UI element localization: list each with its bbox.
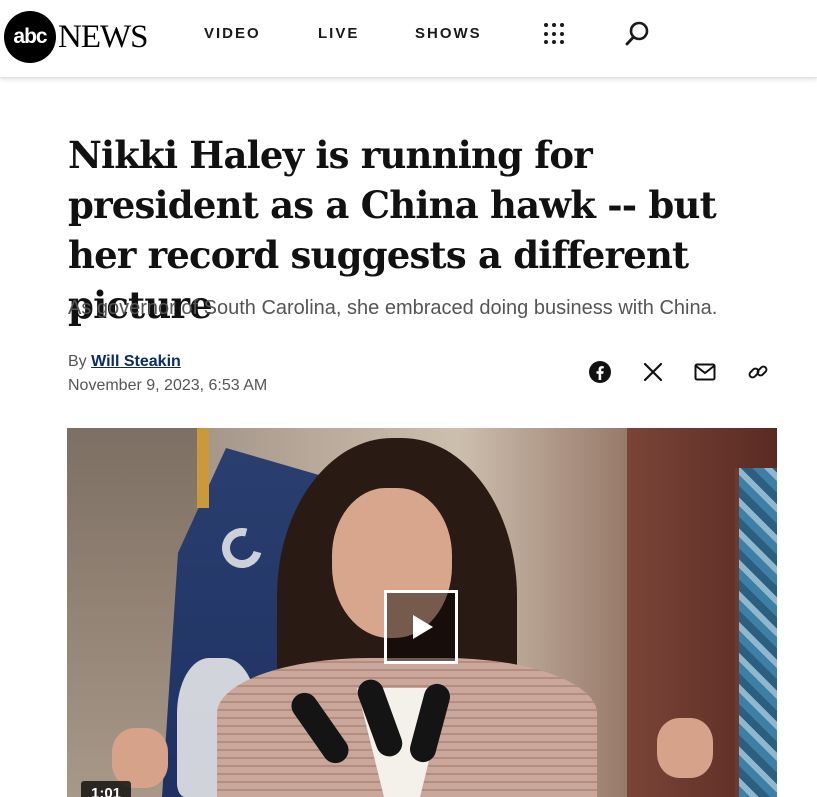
logo-wordmark: NEWS xyxy=(58,19,148,55)
site-header: abc NEWS VIDEO LIVE SHOWS xyxy=(0,0,817,78)
nav-shows[interactable]: SHOWS xyxy=(415,25,482,43)
byline: By Will Steakin xyxy=(68,352,181,372)
video-duration: 1:01 xyxy=(81,781,132,797)
facebook-icon[interactable] xyxy=(586,358,614,386)
link-icon[interactable] xyxy=(744,358,772,386)
article-subheadline: As governor of South Carolina, she embra… xyxy=(68,297,718,319)
publish-date: November 9, 2023, 6:53 AM xyxy=(68,377,268,394)
byline-prefix: By xyxy=(68,353,87,370)
nav-video[interactable]: VIDEO xyxy=(204,25,261,43)
abc-news-logo[interactable]: abc NEWS xyxy=(4,11,148,63)
grid-menu-icon[interactable] xyxy=(543,22,567,46)
logo-mark-text: abc xyxy=(13,25,47,48)
play-button[interactable] xyxy=(384,590,458,664)
video-player[interactable]: 1:01 xyxy=(67,428,777,797)
author-link[interactable]: Will Steakin xyxy=(91,353,181,370)
email-icon[interactable] xyxy=(691,358,719,386)
play-icon xyxy=(413,615,433,639)
nav-live[interactable]: LIVE xyxy=(318,25,359,43)
search-icon[interactable] xyxy=(623,20,651,48)
x-icon[interactable] xyxy=(639,358,667,386)
abc-logo-mark: abc xyxy=(4,11,56,63)
